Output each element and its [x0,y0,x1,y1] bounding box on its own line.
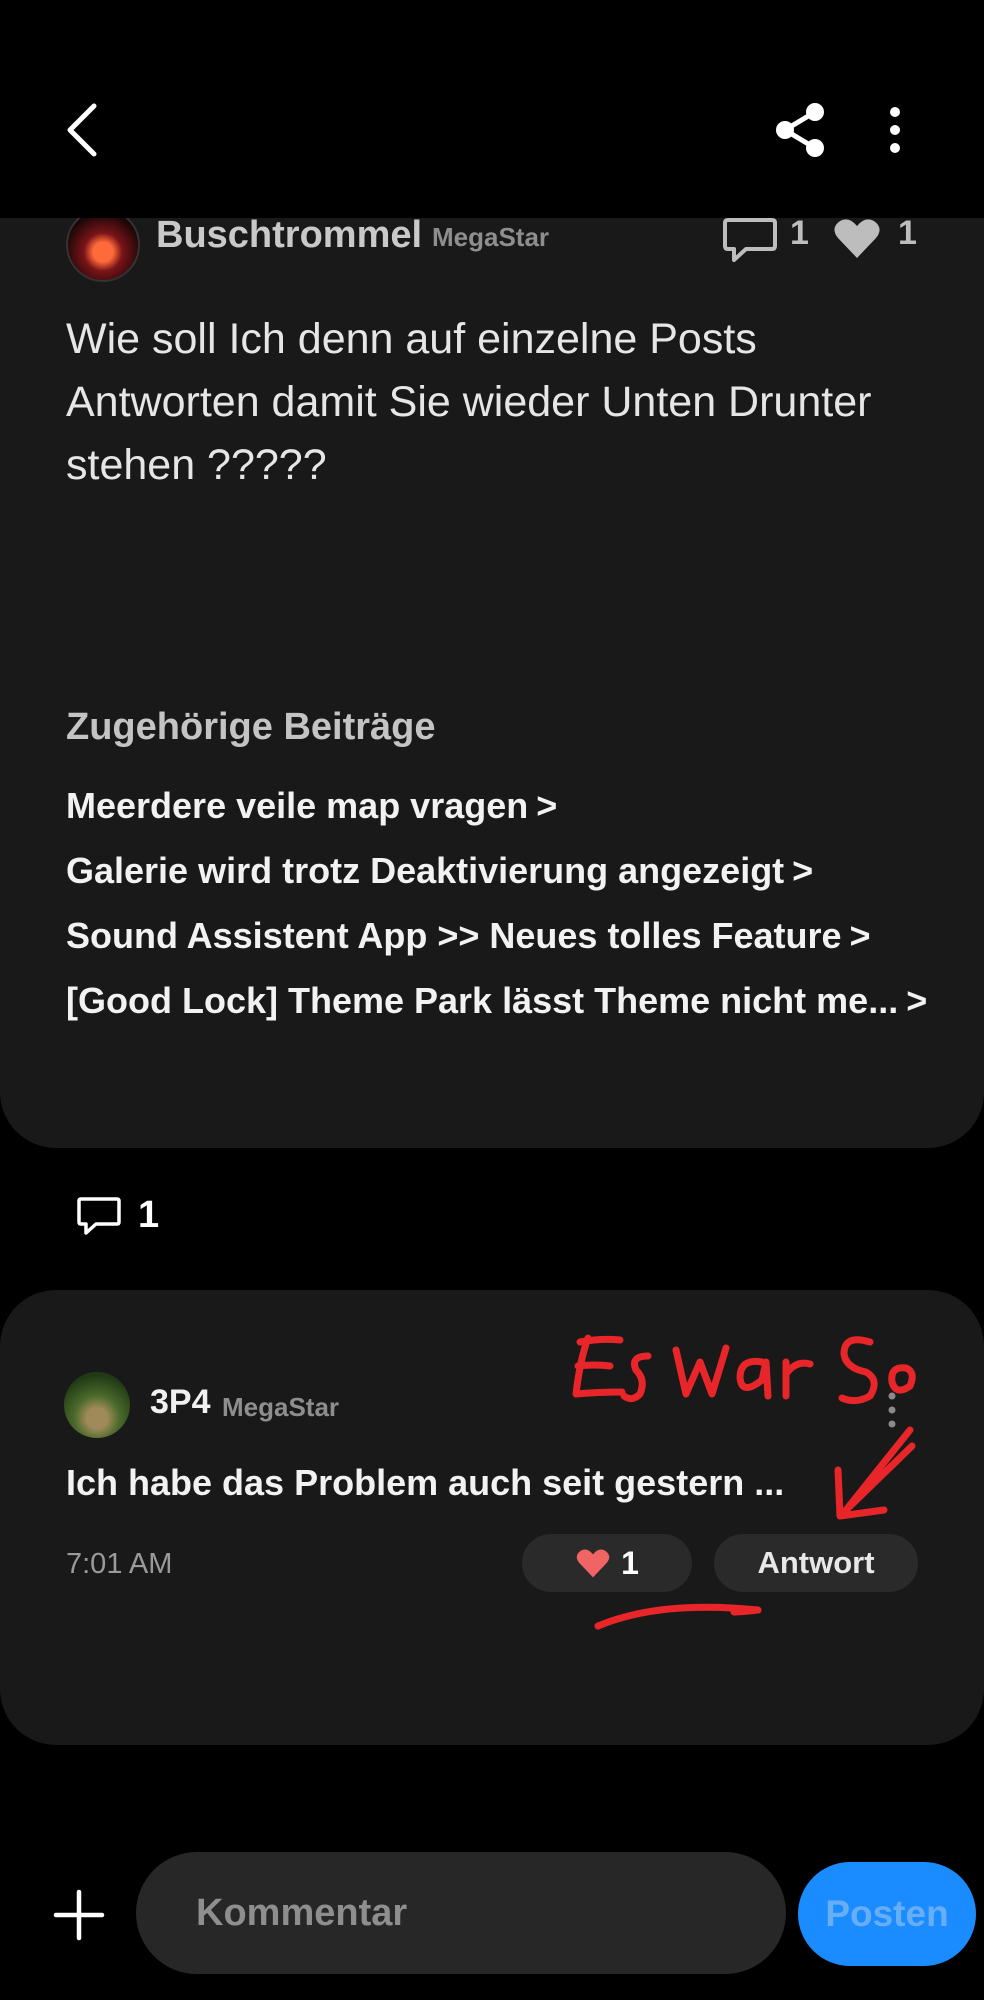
post-author-name[interactable]: Buschtrommel [156,218,422,257]
post-author-rank: MegaStar [432,222,550,252]
comment-author-name[interactable]: 3P4 [150,1383,211,1422]
add-attachment-button[interactable] [52,1888,106,1942]
related-posts-list: Meerdere veile map vragen > Galerie wird … [66,784,946,1044]
related-post-link[interactable]: Sound Assistent App >> Neues tolles Feat… [66,914,946,979]
comment-author-rank: MegaStar [222,1392,340,1422]
related-post-link[interactable]: [Good Lock] Theme Park lässt Theme nicht… [66,979,946,1044]
post-like-count: 1 [898,218,917,252]
related-post-label: [Good Lock] Theme Park lässt Theme nicht… [66,980,899,1021]
post-comment-button[interactable]: Posten [798,1862,976,1966]
heart-icon [834,219,880,258]
comment-bubble-icon [77,1197,121,1235]
related-post-label: Sound Assistent App >> Neues tolles Feat… [66,915,842,956]
post-card: Buschtrommel MegaStar 1 1 Wie soll Ich d… [0,218,984,1148]
comment-timestamp: 7:01 AM [66,1548,173,1580]
post-body-text: Wie soll Ich denn auf einzelne Posts Ant… [66,315,872,489]
related-post-label: Galerie wird trotz Deaktivierung angezei… [66,850,785,891]
plus-icon [53,1889,105,1941]
comments-section-icon [76,1196,122,1240]
post-comment-count: 1 [790,218,809,252]
related-posts-title: Zugehörige Beiträge [66,706,436,748]
share-button[interactable] [770,100,830,160]
comments-count: 1 [138,1194,160,1236]
comment-author-avatar[interactable] [64,1372,130,1438]
back-button[interactable] [60,100,110,160]
handwritten-annotation [572,1334,916,1630]
chevron-right-icon: > [906,980,928,1021]
post-author-avatar[interactable] [66,218,140,282]
post-comment-button[interactable] [722,218,778,266]
back-arrow-icon [67,103,97,157]
more-options-button[interactable] [880,100,910,160]
chevron-right-icon: > [792,850,814,891]
related-post-link[interactable]: Meerdere veile map vragen > [66,784,946,849]
chevron-right-icon: > [536,785,558,826]
share-icon [776,103,824,157]
related-post-link[interactable]: Galerie wird trotz Deaktivierung angezei… [66,849,946,914]
post-like-button[interactable] [832,218,882,264]
related-post-label: Meerdere veile map vragen [66,785,529,826]
chevron-right-icon: > [849,915,871,956]
more-vertical-icon [890,107,900,153]
comment-input[interactable] [136,1852,786,1974]
comment-bubble-icon [723,218,777,262]
